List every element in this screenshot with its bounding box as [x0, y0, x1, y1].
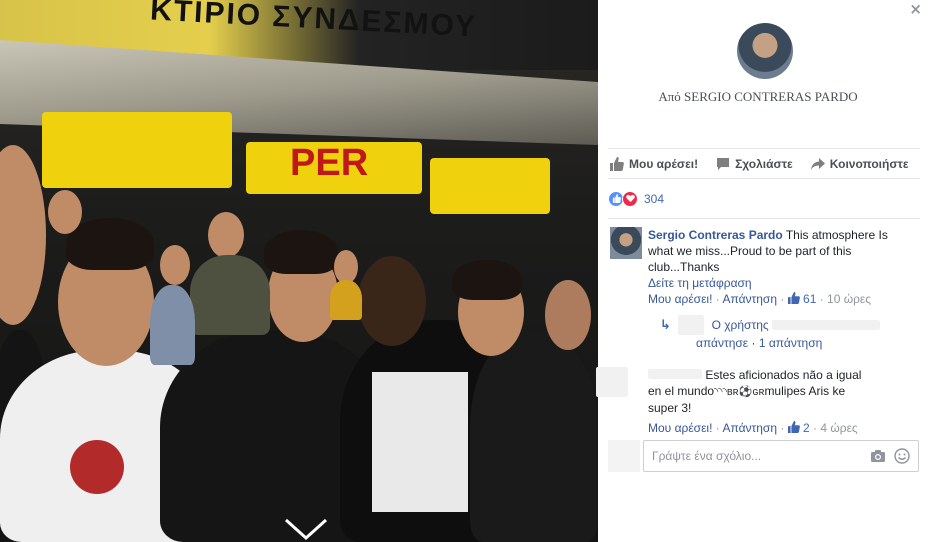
- love-reaction-icon: [622, 190, 638, 207]
- post-actions-bar: Μου αρέσει! Σχολιάστε Κοινοποιήστε: [608, 148, 920, 178]
- chevron-down-icon[interactable]: [282, 516, 330, 542]
- person-head: [358, 256, 426, 346]
- comment-body: Sergio Contreras Pardo This atmosphere I…: [648, 227, 910, 351]
- yellow-flag: [430, 158, 550, 214]
- author-avatar[interactable]: [737, 23, 793, 79]
- person-head: [160, 245, 190, 285]
- blurred-avatar: [678, 315, 705, 335]
- person-hair: [66, 218, 154, 270]
- person-figure: [150, 285, 195, 365]
- comment-like-link[interactable]: Μου αρέσει!: [648, 421, 712, 435]
- comment-like-count[interactable]: 61: [803, 292, 816, 306]
- comment-input[interactable]: [652, 449, 862, 463]
- post-sidebar: × Από SERGIO CONTRERAS PARDO Μου αρέσει!…: [596, 0, 930, 542]
- shirt-print: [70, 440, 124, 494]
- person-figure: [470, 330, 598, 542]
- comment-time[interactable]: 10 ώρες: [827, 292, 871, 306]
- like-label: Μου αρέσει!: [629, 156, 699, 171]
- person-hair: [452, 260, 522, 300]
- share-button[interactable]: Κοινοποιήστε: [810, 156, 909, 171]
- person-hair: [264, 230, 338, 274]
- person-head: [48, 190, 82, 234]
- white-tank-top: [372, 372, 468, 512]
- yellow-flag: [42, 112, 232, 188]
- blurred-avatar: [596, 367, 628, 397]
- thumbs-up-icon: [610, 156, 624, 171]
- person-head: [545, 280, 591, 350]
- like-button[interactable]: Μου αρέσει!: [610, 156, 699, 171]
- reply-user-label[interactable]: Ο χρήστης: [712, 318, 769, 332]
- photo-viewer[interactable]: ΚΤΙΡΙΟ ΣΥΝΔΕΣΜΟΥ PER: [0, 0, 598, 542]
- reaction-count[interactable]: 304: [644, 192, 664, 206]
- replies-row[interactable]: ↳ Ο χρήστης απάντησε · 1 απάντηση: [648, 315, 910, 351]
- current-user-avatar: [608, 440, 640, 472]
- close-icon[interactable]: ×: [909, 0, 922, 18]
- person-figure: [190, 255, 270, 335]
- commenter-avatar[interactable]: [610, 227, 642, 259]
- reply-suffix[interactable]: απάντησε: [696, 336, 748, 350]
- post-author-line: Από SERGIO CONTRERAS PARDO: [658, 89, 858, 104]
- comment-text: mulipes Aris ke: [764, 384, 846, 398]
- speech-bubble-icon: [717, 157, 730, 170]
- comment-text: en el mundo: [648, 384, 715, 398]
- comment-meta: Μου αρέσει! · Απάντηση · 61 · 10 ώρες: [648, 292, 872, 306]
- commenter-name[interactable]: Sergio Contreras Pardo: [648, 228, 783, 242]
- comment-like-count[interactable]: 2: [803, 421, 810, 435]
- comment-button[interactable]: Σχολιάστε: [716, 157, 793, 171]
- blurred-name: [648, 369, 702, 379]
- thumbs-up-icon: [787, 292, 800, 304]
- comment-composer[interactable]: [643, 440, 919, 472]
- person-head: [334, 250, 358, 284]
- see-translation-link[interactable]: Δείτε τη μετάφραση: [648, 275, 910, 291]
- share-label: Κοινοποιήστε: [829, 156, 909, 171]
- thumbs-up-icon: [787, 421, 800, 433]
- flag-text: PER: [290, 142, 369, 184]
- comments-list: Sergio Contreras Pardo This atmosphere I…: [596, 218, 920, 435]
- comment-body: Estes aficionados não a igual en el mund…: [648, 367, 910, 436]
- person-figure: [330, 280, 362, 320]
- reply-arrow-icon: ↳: [660, 317, 671, 332]
- comment-label: Σχολιάστε: [735, 156, 793, 171]
- comment-text: Estes aficionados não a igual: [705, 368, 862, 382]
- comment-time[interactable]: 4 ώρες: [820, 421, 857, 435]
- reply-count-link[interactable]: 1 απάντηση: [759, 336, 823, 350]
- comment-like-link[interactable]: Μου αρέσει!: [648, 292, 712, 306]
- reactions-summary[interactable]: 304: [608, 178, 920, 218]
- person-head: [0, 145, 46, 325]
- camera-icon[interactable]: [870, 448, 886, 464]
- blurred-name: [772, 320, 881, 330]
- share-arrow-icon: [810, 157, 825, 170]
- person-head: [208, 212, 244, 258]
- comment-text: super 3!: [648, 401, 692, 415]
- smiley-icon[interactable]: [894, 448, 910, 464]
- comment-reply-link[interactable]: Απάντηση: [722, 292, 777, 306]
- comment-meta: Μου αρέσει! · Απάντηση · 2 · 4 ώρες: [648, 421, 858, 435]
- emoji-icons: ◝◝◝ʙʀ⚽ɢʀ: [714, 386, 765, 398]
- comment-reply-link[interactable]: Απάντηση: [722, 421, 777, 435]
